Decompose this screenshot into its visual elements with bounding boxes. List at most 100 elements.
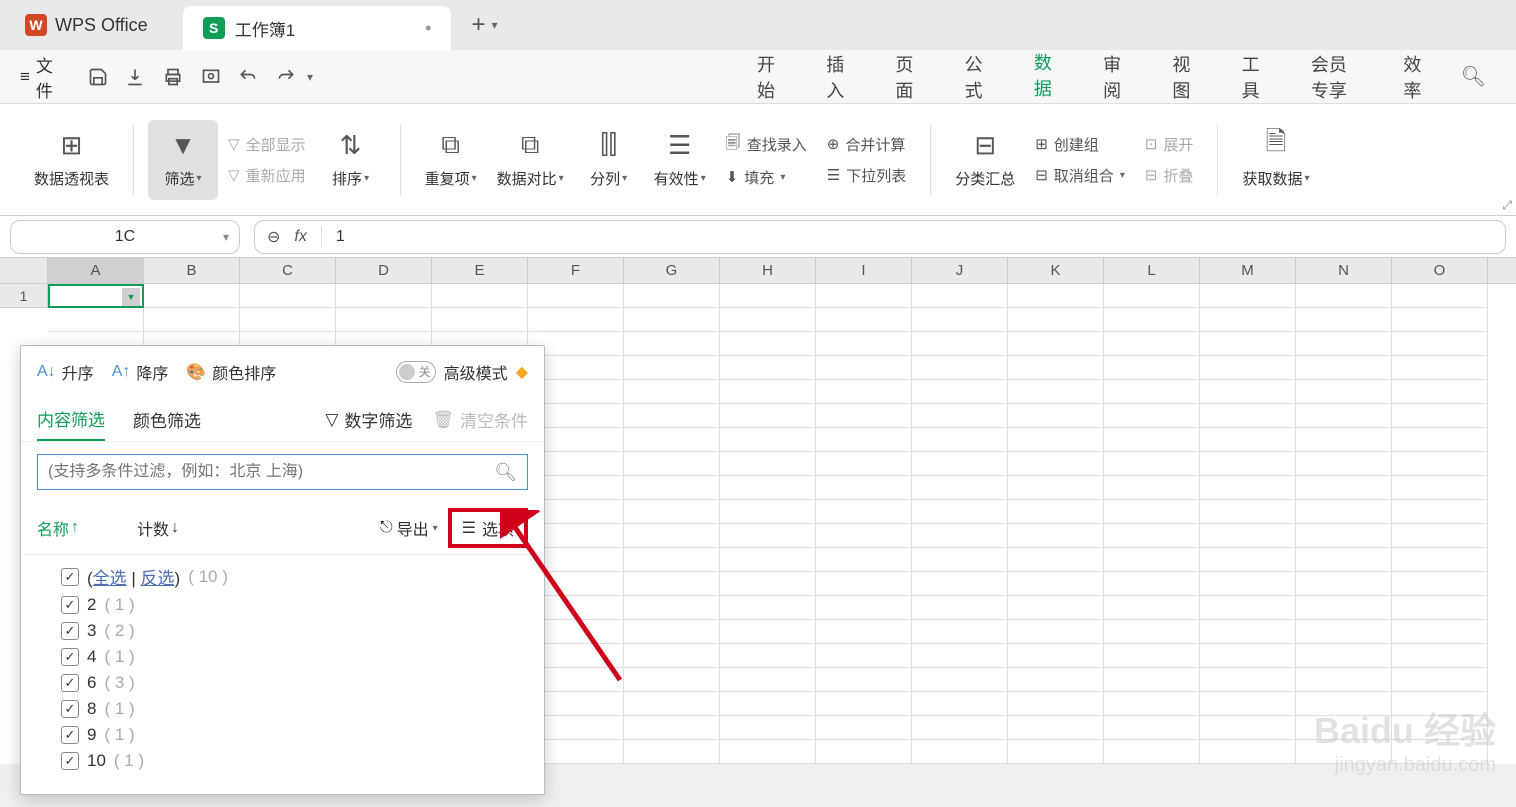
cell[interactable] [1104,716,1200,740]
col-header[interactable]: F [528,258,624,283]
checkbox-checked-icon[interactable]: ✓ [61,674,79,692]
cell[interactable] [624,596,720,620]
number-filter-button[interactable]: ▽数字筛选 [325,407,412,432]
cell[interactable] [1200,572,1296,596]
cell[interactable] [1008,452,1104,476]
cell[interactable] [1296,572,1392,596]
col-header-a[interactable]: A [48,258,144,283]
cell[interactable] [816,500,912,524]
cell[interactable] [1392,500,1488,524]
cell[interactable] [1296,356,1392,380]
cancel-icon[interactable]: ⊖ [267,227,280,247]
cell[interactable] [1200,596,1296,620]
cell[interactable] [1008,332,1104,356]
cell[interactable] [816,380,912,404]
cell[interactable] [624,620,720,644]
ribbon-expand-icon[interactable]: ⤢ [1502,198,1512,213]
cell[interactable] [816,644,912,668]
col-header[interactable]: L [1104,258,1200,283]
cell[interactable] [1104,476,1200,500]
color-filter-tab[interactable]: 颜色筛选 [133,399,201,440]
cell[interactable] [1296,548,1392,572]
cell[interactable] [624,668,720,692]
cell[interactable] [912,716,1008,740]
cell[interactable] [816,620,912,644]
cell[interactable] [1392,404,1488,428]
cell[interactable] [1200,404,1296,428]
cell[interactable] [1104,692,1200,716]
cell[interactable] [816,716,912,740]
cell[interactable] [144,308,240,332]
cell[interactable] [1200,668,1296,692]
group-button[interactable]: ⊞创建组 [1031,132,1129,157]
find-entry-button[interactable]: 🗐查找录入 [722,130,811,159]
filter-item[interactable]: ✓2( 1 ) [31,592,534,618]
show-all-button[interactable]: ▽全部显示 [224,132,310,157]
cell[interactable] [912,476,1008,500]
filter-search[interactable]: 🔍︎ [37,454,528,490]
dropdown-button[interactable]: ☰下拉列表 [823,163,910,188]
cell[interactable] [1200,644,1296,668]
cell[interactable] [1296,476,1392,500]
col-header[interactable]: H [720,258,816,283]
header-count[interactable]: 计数↓ [137,516,237,540]
cell[interactable] [1200,500,1296,524]
cell[interactable] [48,308,144,332]
cell[interactable] [1200,428,1296,452]
checkbox-checked-icon[interactable]: ✓ [61,752,79,770]
cell[interactable] [1104,284,1200,308]
cell[interactable] [1296,668,1392,692]
cell[interactable] [1104,404,1200,428]
cell[interactable] [1104,356,1200,380]
row-header-1[interactable]: 1 [0,284,48,308]
col-header[interactable]: E [432,258,528,283]
cell[interactable] [1104,380,1200,404]
cell[interactable] [1296,308,1392,332]
cell[interactable] [1008,644,1104,668]
cell[interactable] [1296,332,1392,356]
cell[interactable] [912,644,1008,668]
cell[interactable] [1008,716,1104,740]
filter-item[interactable]: ✓9( 1 ) [31,722,534,748]
cell[interactable] [816,284,912,308]
cell[interactable] [1200,716,1296,740]
col-header[interactable]: G [624,258,720,283]
cell[interactable] [624,716,720,740]
cell[interactable] [912,668,1008,692]
cell[interactable] [1392,668,1488,692]
cell[interactable] [720,572,816,596]
col-header[interactable]: D [336,258,432,283]
cell[interactable] [720,548,816,572]
cell[interactable] [720,692,816,716]
cell[interactable] [1296,644,1392,668]
cell[interactable] [1008,476,1104,500]
cell[interactable] [624,404,720,428]
cell[interactable] [1296,428,1392,452]
col-header[interactable]: J [912,258,1008,283]
ungroup-button[interactable]: ⊟取消组合▾ [1031,163,1129,188]
subtotal-button[interactable]: ⊟分类汇总 [945,120,1025,200]
cell[interactable] [912,620,1008,644]
cell[interactable] [432,308,528,332]
cell[interactable] [720,668,816,692]
checkbox-checked-icon[interactable]: ✓ [61,622,79,640]
cell[interactable] [1392,596,1488,620]
cell[interactable] [1104,668,1200,692]
filter-item[interactable]: ✓4( 1 ) [31,644,534,670]
cell[interactable] [1104,740,1200,764]
cell[interactable] [1008,548,1104,572]
cell[interactable] [720,644,816,668]
cell[interactable] [912,428,1008,452]
sort-asc-button[interactable]: A↓升序 [37,360,94,384]
cell[interactable] [912,548,1008,572]
redo-button[interactable] [269,59,303,95]
cell[interactable] [1392,308,1488,332]
merge-calc-button[interactable]: ⊕合并计算 [823,132,910,157]
cell[interactable] [1104,596,1200,620]
cell[interactable] [1392,428,1488,452]
cell[interactable] [528,308,624,332]
cell[interactable] [1392,332,1488,356]
cell[interactable] [816,356,912,380]
cell[interactable] [624,500,720,524]
cell[interactable] [1104,500,1200,524]
